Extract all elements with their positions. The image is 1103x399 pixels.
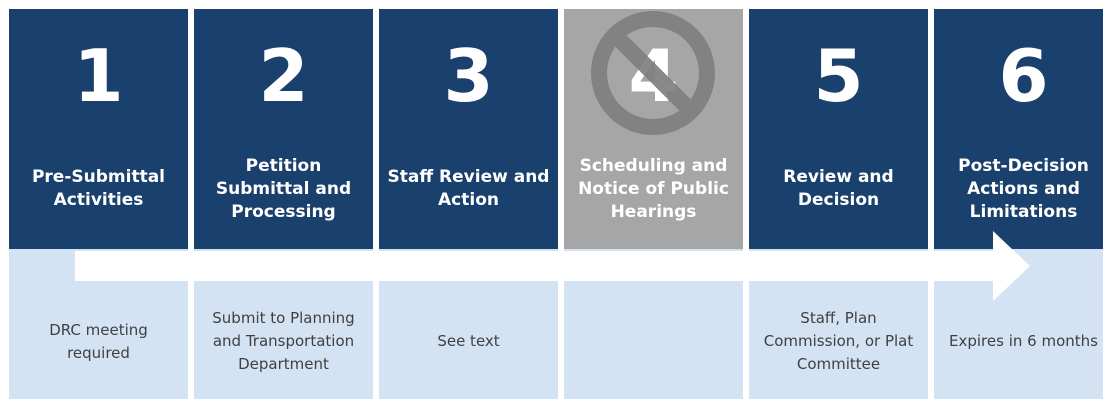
right-arrow-icon	[75, 231, 1030, 301]
process-diagram: 1 Pre-Submittal Activities DRC meeting r…	[0, 0, 1103, 399]
